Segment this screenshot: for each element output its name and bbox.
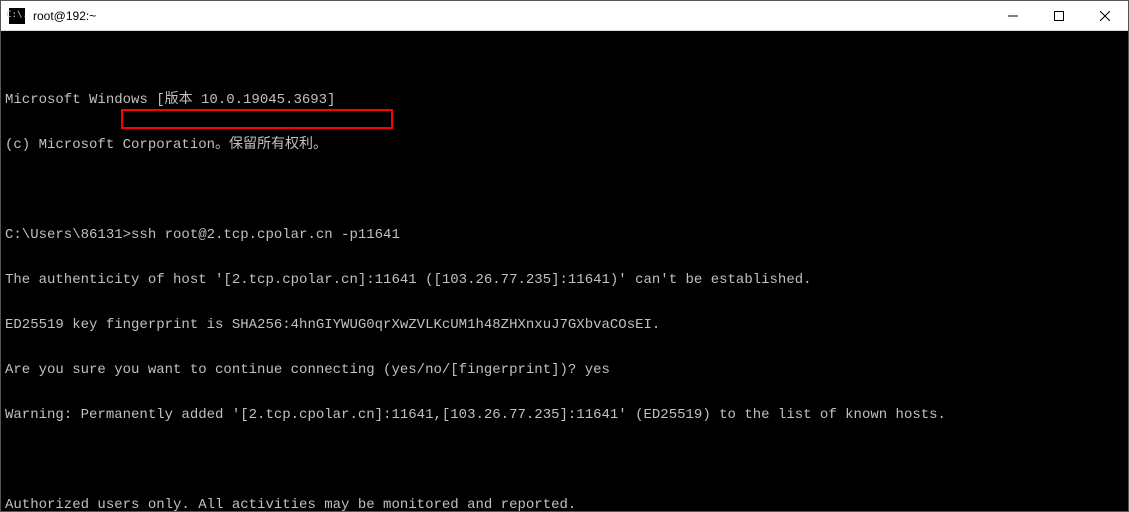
close-button[interactable]	[1082, 1, 1128, 30]
cmd-icon: C:\.	[9, 8, 25, 24]
terminal-line: ED25519 key fingerprint is SHA256:4hnGIY…	[5, 318, 1124, 333]
titlebar[interactable]: C:\. root@192:~	[1, 1, 1128, 31]
command-highlight-box	[121, 109, 393, 129]
terminal-line: Warning: Permanently added '[2.tcp.cpola…	[5, 408, 1124, 423]
terminal-line: Are you sure you want to continue connec…	[5, 363, 1124, 378]
terminal-line: Microsoft Windows [版本 10.0.19045.3693]	[5, 93, 1124, 108]
window-controls	[990, 1, 1128, 30]
terminal-window: C:\. root@192:~ Microsoft Windows [版本 10…	[0, 0, 1129, 512]
terminal-line: Authorized users only. All activities ma…	[5, 498, 1124, 511]
minimize-icon	[1008, 11, 1018, 21]
maximize-button[interactable]	[1036, 1, 1082, 30]
cmd-icon-text: C:\.	[6, 11, 28, 20]
window-title: root@192:~	[33, 9, 990, 23]
close-icon	[1100, 11, 1110, 21]
terminal-line: (c) Microsoft Corporation。保留所有权利。	[5, 138, 1124, 153]
terminal-line	[5, 183, 1124, 198]
terminal-line: The authenticity of host '[2.tcp.cpolar.…	[5, 273, 1124, 288]
minimize-button[interactable]	[990, 1, 1036, 30]
terminal-line-command: C:\Users\86131>ssh root@2.tcp.cpolar.cn …	[5, 228, 1124, 243]
maximize-icon	[1054, 11, 1064, 21]
terminal-body[interactable]: Microsoft Windows [版本 10.0.19045.3693] (…	[1, 31, 1128, 511]
terminal-line	[5, 453, 1124, 468]
